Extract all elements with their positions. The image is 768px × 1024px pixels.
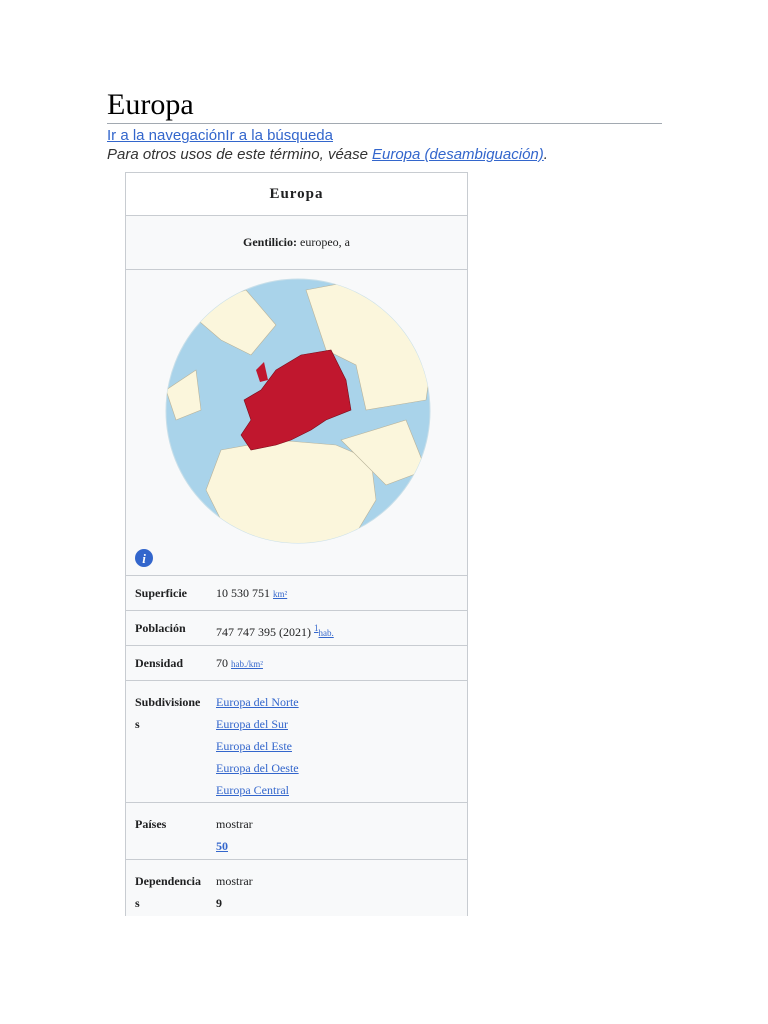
infobox-title: Europa	[126, 173, 467, 216]
value: 10 530 751	[216, 586, 270, 600]
page-title: Europa	[107, 88, 194, 121]
title-divider	[107, 123, 662, 124]
gentilicio: Gentilicio: europeo, a	[126, 216, 467, 270]
hatnote-end: .	[543, 146, 548, 163]
row-subdivisiones: Subdivisiones Europa del Norte Europa de…	[126, 681, 467, 803]
page-bottom-margin	[0, 916, 768, 1024]
svg-text:i: i	[142, 551, 146, 566]
show-toggle[interactable]: mostrar	[216, 813, 253, 835]
subdivision-link[interactable]: Europa del Oeste	[216, 761, 299, 775]
label: Dependencias	[135, 874, 201, 910]
countries-count-link[interactable]: 50	[216, 839, 228, 853]
label: Densidad	[135, 656, 184, 670]
row-poblacion: Población 747 747 395 (2021) 1hab.	[126, 611, 467, 646]
subdivision-link[interactable]: Europa del Sur	[216, 717, 288, 731]
infobox: Europa Gentilicio: europeo, a i Superfic…	[125, 172, 468, 933]
disambiguation-link[interactable]: Europa (desambiguación)	[372, 146, 544, 163]
subdivision-link[interactable]: Europa Central	[216, 783, 289, 797]
row-paises: Países mostrar 50	[126, 803, 467, 860]
value: 70	[216, 656, 228, 670]
value: 747 747 395 (2021)	[216, 625, 311, 639]
row-densidad: Densidad 70 hab./km²	[126, 646, 467, 681]
map-image-cell: i	[126, 270, 467, 576]
skip-links[interactable]: Ir a la navegaciónIr a la búsqueda	[107, 127, 333, 144]
label: Población	[135, 621, 186, 635]
dependencies-count: 9	[216, 896, 222, 910]
unit-link[interactable]: hab.	[319, 628, 334, 638]
hatnote-text: Para otros usos de este término, véase	[107, 146, 368, 163]
subdivision-link[interactable]: Europa del Este	[216, 739, 292, 753]
unit-link[interactable]: km²	[273, 589, 287, 599]
row-superficie: Superficie 10 530 751 km²	[126, 576, 467, 611]
show-toggle[interactable]: mostrar	[216, 870, 253, 892]
hatnote: Para otros usos de este término, véase Eu…	[107, 146, 548, 163]
gentilicio-value: europeo, a	[300, 235, 350, 249]
label: Países	[135, 817, 167, 831]
subdivision-link[interactable]: Europa del Norte	[216, 695, 299, 709]
europe-globe-map[interactable]: i	[126, 270, 467, 575]
unit-link[interactable]: hab./km²	[231, 659, 263, 669]
gentilicio-label: Gentilicio:	[243, 235, 297, 249]
label: Superficie	[135, 586, 187, 600]
label: Subdivisiones	[135, 695, 201, 731]
